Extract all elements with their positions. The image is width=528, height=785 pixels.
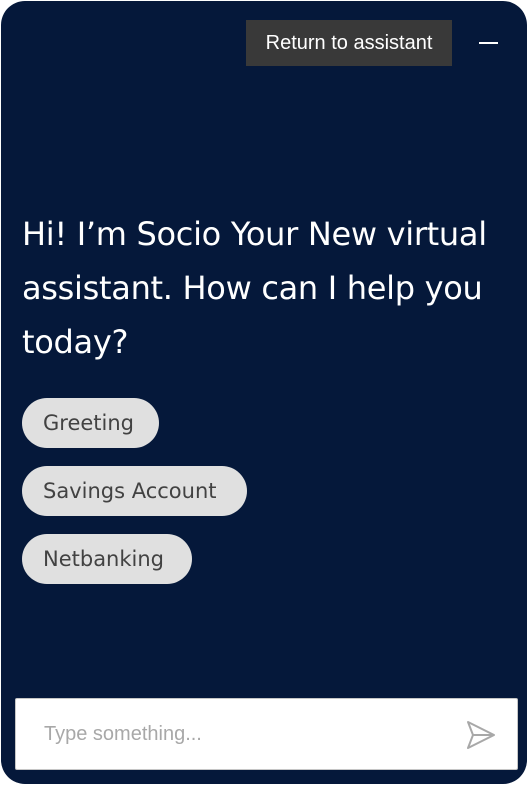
minimize-button[interactable] — [471, 29, 505, 57]
send-icon — [467, 721, 495, 749]
return-to-assistant-button[interactable]: Return to assistant — [246, 20, 452, 66]
assistant-greeting-message: Hi! I’m Socio Your New virtual assistant… — [22, 215, 487, 361]
send-button[interactable] — [464, 719, 498, 751]
minimize-icon — [479, 42, 498, 44]
message-composer — [15, 698, 518, 770]
quick-reply-list: Greeting Savings Account Netbanking — [22, 398, 247, 584]
message-input[interactable] — [44, 717, 444, 751]
quick-reply-greeting[interactable]: Greeting — [22, 398, 159, 448]
quick-reply-savings-account[interactable]: Savings Account — [22, 466, 247, 516]
assistant-window: Return to assistant Hi! I’m Socio Your N… — [1, 1, 527, 784]
quick-reply-netbanking[interactable]: Netbanking — [22, 534, 192, 584]
